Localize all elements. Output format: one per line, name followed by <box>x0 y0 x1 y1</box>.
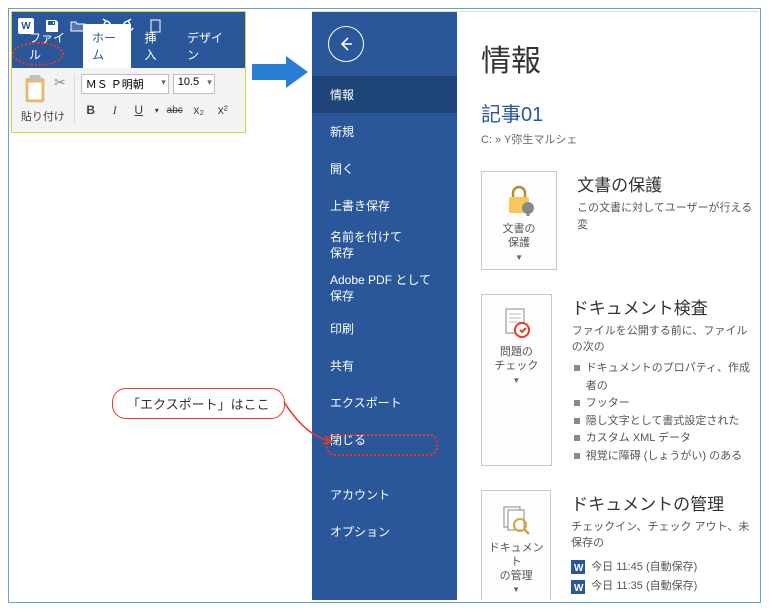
protect-btn-label: 文書の 保護 <box>503 222 536 251</box>
sidebar-item-open[interactable]: 開く <box>312 150 457 187</box>
tab-insert[interactable]: 挿入 <box>135 24 174 68</box>
manage-heading: ドキュメントの管理 <box>571 490 758 515</box>
callout-text: 「エクスポート」はここ <box>112 388 285 419</box>
subscript-button[interactable]: x₂ <box>189 100 209 120</box>
back-arrow-icon <box>337 35 355 53</box>
paste-icon[interactable] <box>20 74 50 106</box>
sidebar-item-saveas[interactable]: 名前を付けて 保存 <box>312 224 457 267</box>
tab-design[interactable]: デザイン <box>178 24 237 68</box>
lock-icon <box>501 182 537 218</box>
callout: 「エクスポート」はここ <box>112 388 285 419</box>
manage-document-button[interactable]: ドキュメント の管理 ▼ <box>481 490 551 600</box>
bold-button[interactable]: B <box>81 100 101 120</box>
italic-button[interactable]: I <box>105 100 125 120</box>
font-size-select[interactable]: 10.5 <box>173 74 215 94</box>
breadcrumb: C: » Y弥生マルシェ <box>481 131 758 147</box>
inspect-section: 問題の チェック ▼ ドキュメント検査 ファイルを公開する前に、ファイルの次の … <box>481 294 758 466</box>
guide-arrow-icon <box>252 54 308 90</box>
manage-section: ドキュメント の管理 ▼ ドキュメントの管理 チェックイン、チェック アウト、未… <box>481 490 758 600</box>
inspect-doc-icon <box>498 305 534 341</box>
back-button[interactable] <box>328 26 364 62</box>
tab-home[interactable]: ホーム <box>83 24 131 68</box>
list-item: ドキュメントのプロパティ、作成者の <box>572 360 758 395</box>
paste-label: 貼り付け <box>21 108 65 124</box>
protect-heading: 文書の保護 <box>577 171 758 196</box>
list-item: カスタム XML データ <box>572 430 758 448</box>
sidebar-item-new[interactable]: 新規 <box>312 113 457 150</box>
backstage-sidebar: 情報 新規 開く 上書き保存 名前を付けて 保存 Adobe PDF として 保… <box>312 12 457 600</box>
word-ribbon-window: W ファイル ホーム 挿入 デザイン ✂ 貼り付け ＭＳ Ｐ明朝 <box>11 11 246 133</box>
chevron-down-icon: ▼ <box>512 376 520 386</box>
font-group: ＭＳ Ｐ明朝 10.5 B I U ▾ abc x₂ x² <box>81 74 233 124</box>
word-doc-icon: W <box>571 580 585 594</box>
manage-text: チェックイン、チェック アウト、未保存の <box>571 519 758 552</box>
ribbon-tabs: ファイル ホーム 挿入 デザイン <box>12 40 245 68</box>
chevron-down-icon: ▼ <box>515 253 523 263</box>
font-name-select[interactable]: ＭＳ Ｐ明朝 <box>81 74 169 94</box>
cut-icon[interactable]: ✂ <box>54 74 66 91</box>
inspect-heading: ドキュメント検査 <box>572 294 758 319</box>
version-label: 今日 11:45 (自動保存) <box>591 558 697 578</box>
paste-group: ✂ 貼り付け <box>20 74 75 124</box>
underline-dropdown-icon[interactable]: ▾ <box>153 100 161 120</box>
backstage-view: 情報 新規 開く 上書き保存 名前を付けて 保存 Adobe PDF として 保… <box>312 11 758 600</box>
manage-doc-icon <box>498 501 534 537</box>
protect-document-button[interactable]: 文書の 保護 ▼ <box>481 171 557 270</box>
tab-file[interactable]: ファイル <box>20 24 79 68</box>
sidebar-item-info[interactable]: 情報 <box>312 76 457 113</box>
version-list: W 今日 11:45 (自動保存) W 今日 11:35 (自動保存) <box>571 558 758 598</box>
list-item: フッター <box>572 395 758 413</box>
sidebar-item-account[interactable]: アカウント <box>312 476 457 513</box>
list-item: 視覚に障碍 (しょうがい) のある <box>572 448 758 466</box>
list-item: 隠し文字として書式設定された <box>572 413 758 431</box>
callout-arrow-icon <box>282 400 342 450</box>
protect-text: この文書に対してユーザーが行える変 <box>577 200 758 233</box>
inspect-btn-label: 問題の チェック <box>494 345 538 374</box>
sidebar-item-save[interactable]: 上書き保存 <box>312 187 457 224</box>
superscript-button[interactable]: x² <box>213 100 233 120</box>
strikethrough-button[interactable]: abc <box>165 100 185 120</box>
backstage-main: 情報 記事01 C: » Y弥生マルシェ 文書の 保護 ▼ 文書の保護 この文書… <box>457 12 758 600</box>
version-item[interactable]: W 今日 11:35 (自動保存) <box>571 577 758 597</box>
manage-btn-label: ドキュメント の管理 <box>486 541 546 584</box>
sidebar-item-adobe-pdf[interactable]: Adobe PDF として 保存 <box>312 267 457 310</box>
svg-text:W: W <box>574 583 584 594</box>
svg-text:W: W <box>574 563 584 574</box>
inspect-bullet-list: ドキュメントのプロパティ、作成者の フッター 隠し文字として書式設定された カス… <box>572 360 758 466</box>
sidebar-item-print[interactable]: 印刷 <box>312 310 457 347</box>
ribbon-body: ✂ 貼り付け ＭＳ Ｐ明朝 10.5 B I U ▾ abc x₂ x² <box>12 68 245 132</box>
chevron-down-icon: ▼ <box>512 585 520 595</box>
page-title: 情報 <box>481 36 758 80</box>
document-title: 記事01 <box>481 98 758 127</box>
version-item[interactable]: W 今日 11:45 (自動保存) <box>571 558 758 578</box>
protect-section: 文書の 保護 ▼ 文書の保護 この文書に対してユーザーが行える変 <box>481 171 758 270</box>
underline-button[interactable]: U <box>129 100 149 120</box>
sidebar-item-share[interactable]: 共有 <box>312 347 457 384</box>
word-doc-icon: W <box>571 560 585 574</box>
version-label: 今日 11:35 (自動保存) <box>591 577 697 597</box>
check-issues-button[interactable]: 問題の チェック ▼ <box>481 294 552 466</box>
sidebar-item-options[interactable]: オプション <box>312 513 457 550</box>
inspect-text: ファイルを公開する前に、ファイルの次の <box>572 323 758 356</box>
